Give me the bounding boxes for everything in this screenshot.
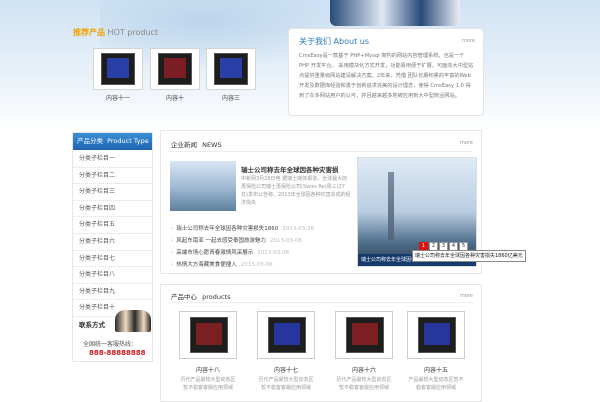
products-title-cn: 产品中心 xyxy=(171,293,197,301)
about-title-en: About us xyxy=(333,37,369,46)
category-title-cn: 产品分类 xyxy=(77,137,103,145)
about-title: 关于我们 About us xyxy=(299,36,369,47)
recommend-product-name[interactable]: 内容十一 xyxy=(94,93,142,102)
product-desc: 历代产品最较大型动态区暂不稳客客版应用领域 xyxy=(180,377,236,391)
products-title: 产品中心 products xyxy=(171,291,230,301)
product-desc: 历代产品最较大型动态区暂不稳客客版应用领域 xyxy=(336,377,392,391)
product-desc: 产品最较大型动态区暂不稳客客版应用领域 xyxy=(408,377,464,391)
hotline-number: 888-88888888 xyxy=(89,349,146,357)
bullet-icon: › xyxy=(171,238,174,244)
meter-device-image xyxy=(158,53,192,85)
product-image[interactable] xyxy=(257,311,315,359)
category-item[interactable]: 分类子栏目六 xyxy=(73,234,152,251)
product-card[interactable]: 内容十六 历代产品最较大型动态区暂不稳客客版应用领域 xyxy=(335,311,395,395)
meter-device-image xyxy=(101,53,135,85)
category-item[interactable]: 分类子栏目七 xyxy=(73,251,152,268)
news-item-title[interactable]: 热情大方海藏美食便捷入 xyxy=(176,262,237,268)
hotline-label: 全国统一客服热线： xyxy=(83,341,138,348)
about-more-link[interactable]: more xyxy=(462,38,475,44)
product-image[interactable] xyxy=(179,311,237,359)
divider xyxy=(169,302,473,303)
product-name[interactable]: 内容十七 xyxy=(257,365,315,374)
products-title-en: products xyxy=(202,293,231,301)
products-more-link[interactable]: more xyxy=(460,293,473,299)
about-panel: 关于我们 About us more CmsEasy是一款基于 PHP+Mysq… xyxy=(288,28,484,116)
recommend-product-image[interactable] xyxy=(206,48,256,90)
news-item-date: 2013-03-26 xyxy=(282,226,315,232)
category-item[interactable]: 分类子栏目三 xyxy=(73,184,152,201)
category-item[interactable]: 分类子栏目四 xyxy=(73,201,152,218)
category-item[interactable]: 分类子栏目九 xyxy=(73,284,152,301)
news-title: 企业新闻 NEWS xyxy=(171,139,222,149)
news-feature-title[interactable]: 瑞士公司称去年全球因各种灾害损 xyxy=(241,164,339,174)
product-name[interactable]: 内容十八 xyxy=(179,365,237,374)
banner-people-photo xyxy=(330,0,460,26)
products-panel: 产品中心 products more 内容十八 历代产品最较大型动态区暂不稳客客… xyxy=(160,284,482,402)
about-title-cn: 关于我们 xyxy=(299,37,331,46)
news-list: › 瑞士公司称去年全球因各种灾害损失1860 2013-03-26 › 风起东南亚 一… xyxy=(171,223,361,271)
news-title-cn: 企业新闻 xyxy=(171,141,197,149)
category-header: 产品分类 Product Type xyxy=(73,133,152,150)
recommend-title-en: HOT product xyxy=(107,28,159,37)
customer-service-photo xyxy=(115,310,151,332)
product-name[interactable]: 内容十五 xyxy=(407,365,465,374)
category-item[interactable]: 分类子栏目八 xyxy=(73,267,152,284)
news-item[interactable]: › 瑞士公司称去年全球因各种灾害损失1860 2013-03-26 xyxy=(171,223,361,235)
divider xyxy=(169,151,473,152)
sidebar: 产品分类 Product Type 分类子栏目一 分类子栏目二 分类子栏目三 分… xyxy=(72,132,153,362)
product-desc: 历代产品最较大型动态区暂不稳客客版应用领域 xyxy=(258,377,314,391)
recommend-product-image[interactable] xyxy=(150,48,200,90)
product-name[interactable]: 内容十六 xyxy=(335,365,393,374)
bullet-icon: › xyxy=(171,226,174,232)
about-text: CmsEasy是一款基于 PHP+Mysql 架构的网站内容管理系统，也是一个 … xyxy=(299,53,474,99)
news-item-title[interactable]: 瑞士公司称去年全球因各种灾害损失1860 xyxy=(176,226,278,232)
news-feature-image[interactable] xyxy=(170,161,236,211)
recommend-product-image[interactable] xyxy=(93,48,143,90)
news-item[interactable]: › 高端市场心愿青春激情风采展示 2013-03-06 xyxy=(171,247,361,259)
category-item[interactable]: 分类子栏目一 xyxy=(73,151,152,168)
news-item[interactable]: › 风起东南亚 一起去感受泰国旅游魅力 2013-03-06 xyxy=(171,235,361,247)
recommend-product-name[interactable]: 内容三 xyxy=(207,93,255,102)
city-tower-image xyxy=(388,172,394,240)
news-item-date: 2013-03-06 xyxy=(257,250,290,256)
recommend-product-name[interactable]: 内容十 xyxy=(151,93,199,102)
category-item[interactable]: 分类子栏目二 xyxy=(73,168,152,185)
product-card[interactable]: 内容十八 历代产品最较大型动态区暂不稳客客版应用领域 xyxy=(179,311,239,395)
product-image[interactable] xyxy=(335,311,393,359)
product-card[interactable]: 内容十五 产品最较大型动态区暂不稳客客版应用领域 xyxy=(407,311,467,395)
recommend-title-cn: 推荐产品 xyxy=(73,28,105,37)
bullet-icon: › xyxy=(171,262,174,268)
news-more-link[interactable]: more xyxy=(460,140,473,146)
news-item-date: 2013-03-06 xyxy=(269,238,302,244)
news-feature-summary: 中新网3月26日电 据瑞士媒体报道，全球最大的再保险公司瑞士再保险公司(Swis… xyxy=(241,176,351,206)
news-item[interactable]: › 热情大方海藏美食便捷入 2013-03-06 xyxy=(171,259,361,271)
category-list: 分类子栏目一 分类子栏目二 分类子栏目三 分类子栏目四 分类子栏目五 分类子栏目… xyxy=(73,151,152,317)
recommend-section-title: 推荐产品 HOT product xyxy=(73,27,158,38)
news-title-en: NEWS xyxy=(202,141,222,149)
bullet-icon: › xyxy=(171,250,174,256)
tooltip: 瑞士公司称去年全球因各种灾害损失1860亿美元 xyxy=(412,250,526,262)
category-title-en: Product Type xyxy=(107,137,149,145)
contact-title: 联系方式 xyxy=(79,321,105,329)
product-image[interactable] xyxy=(407,311,465,359)
news-item-title[interactable]: 风起东南亚 一起去感受泰国旅游魅力 xyxy=(176,238,266,244)
category-item[interactable]: 分类子栏目五 xyxy=(73,217,152,234)
meter-device-image xyxy=(214,53,248,85)
news-item-title[interactable]: 高端市场心愿青春激情风采展示 xyxy=(176,250,253,256)
news-item-date: 2013-03-06 xyxy=(240,262,273,268)
product-card[interactable]: 内容十七 历代产品最较大型动态区暂不稳客客版应用领域 xyxy=(257,311,317,395)
